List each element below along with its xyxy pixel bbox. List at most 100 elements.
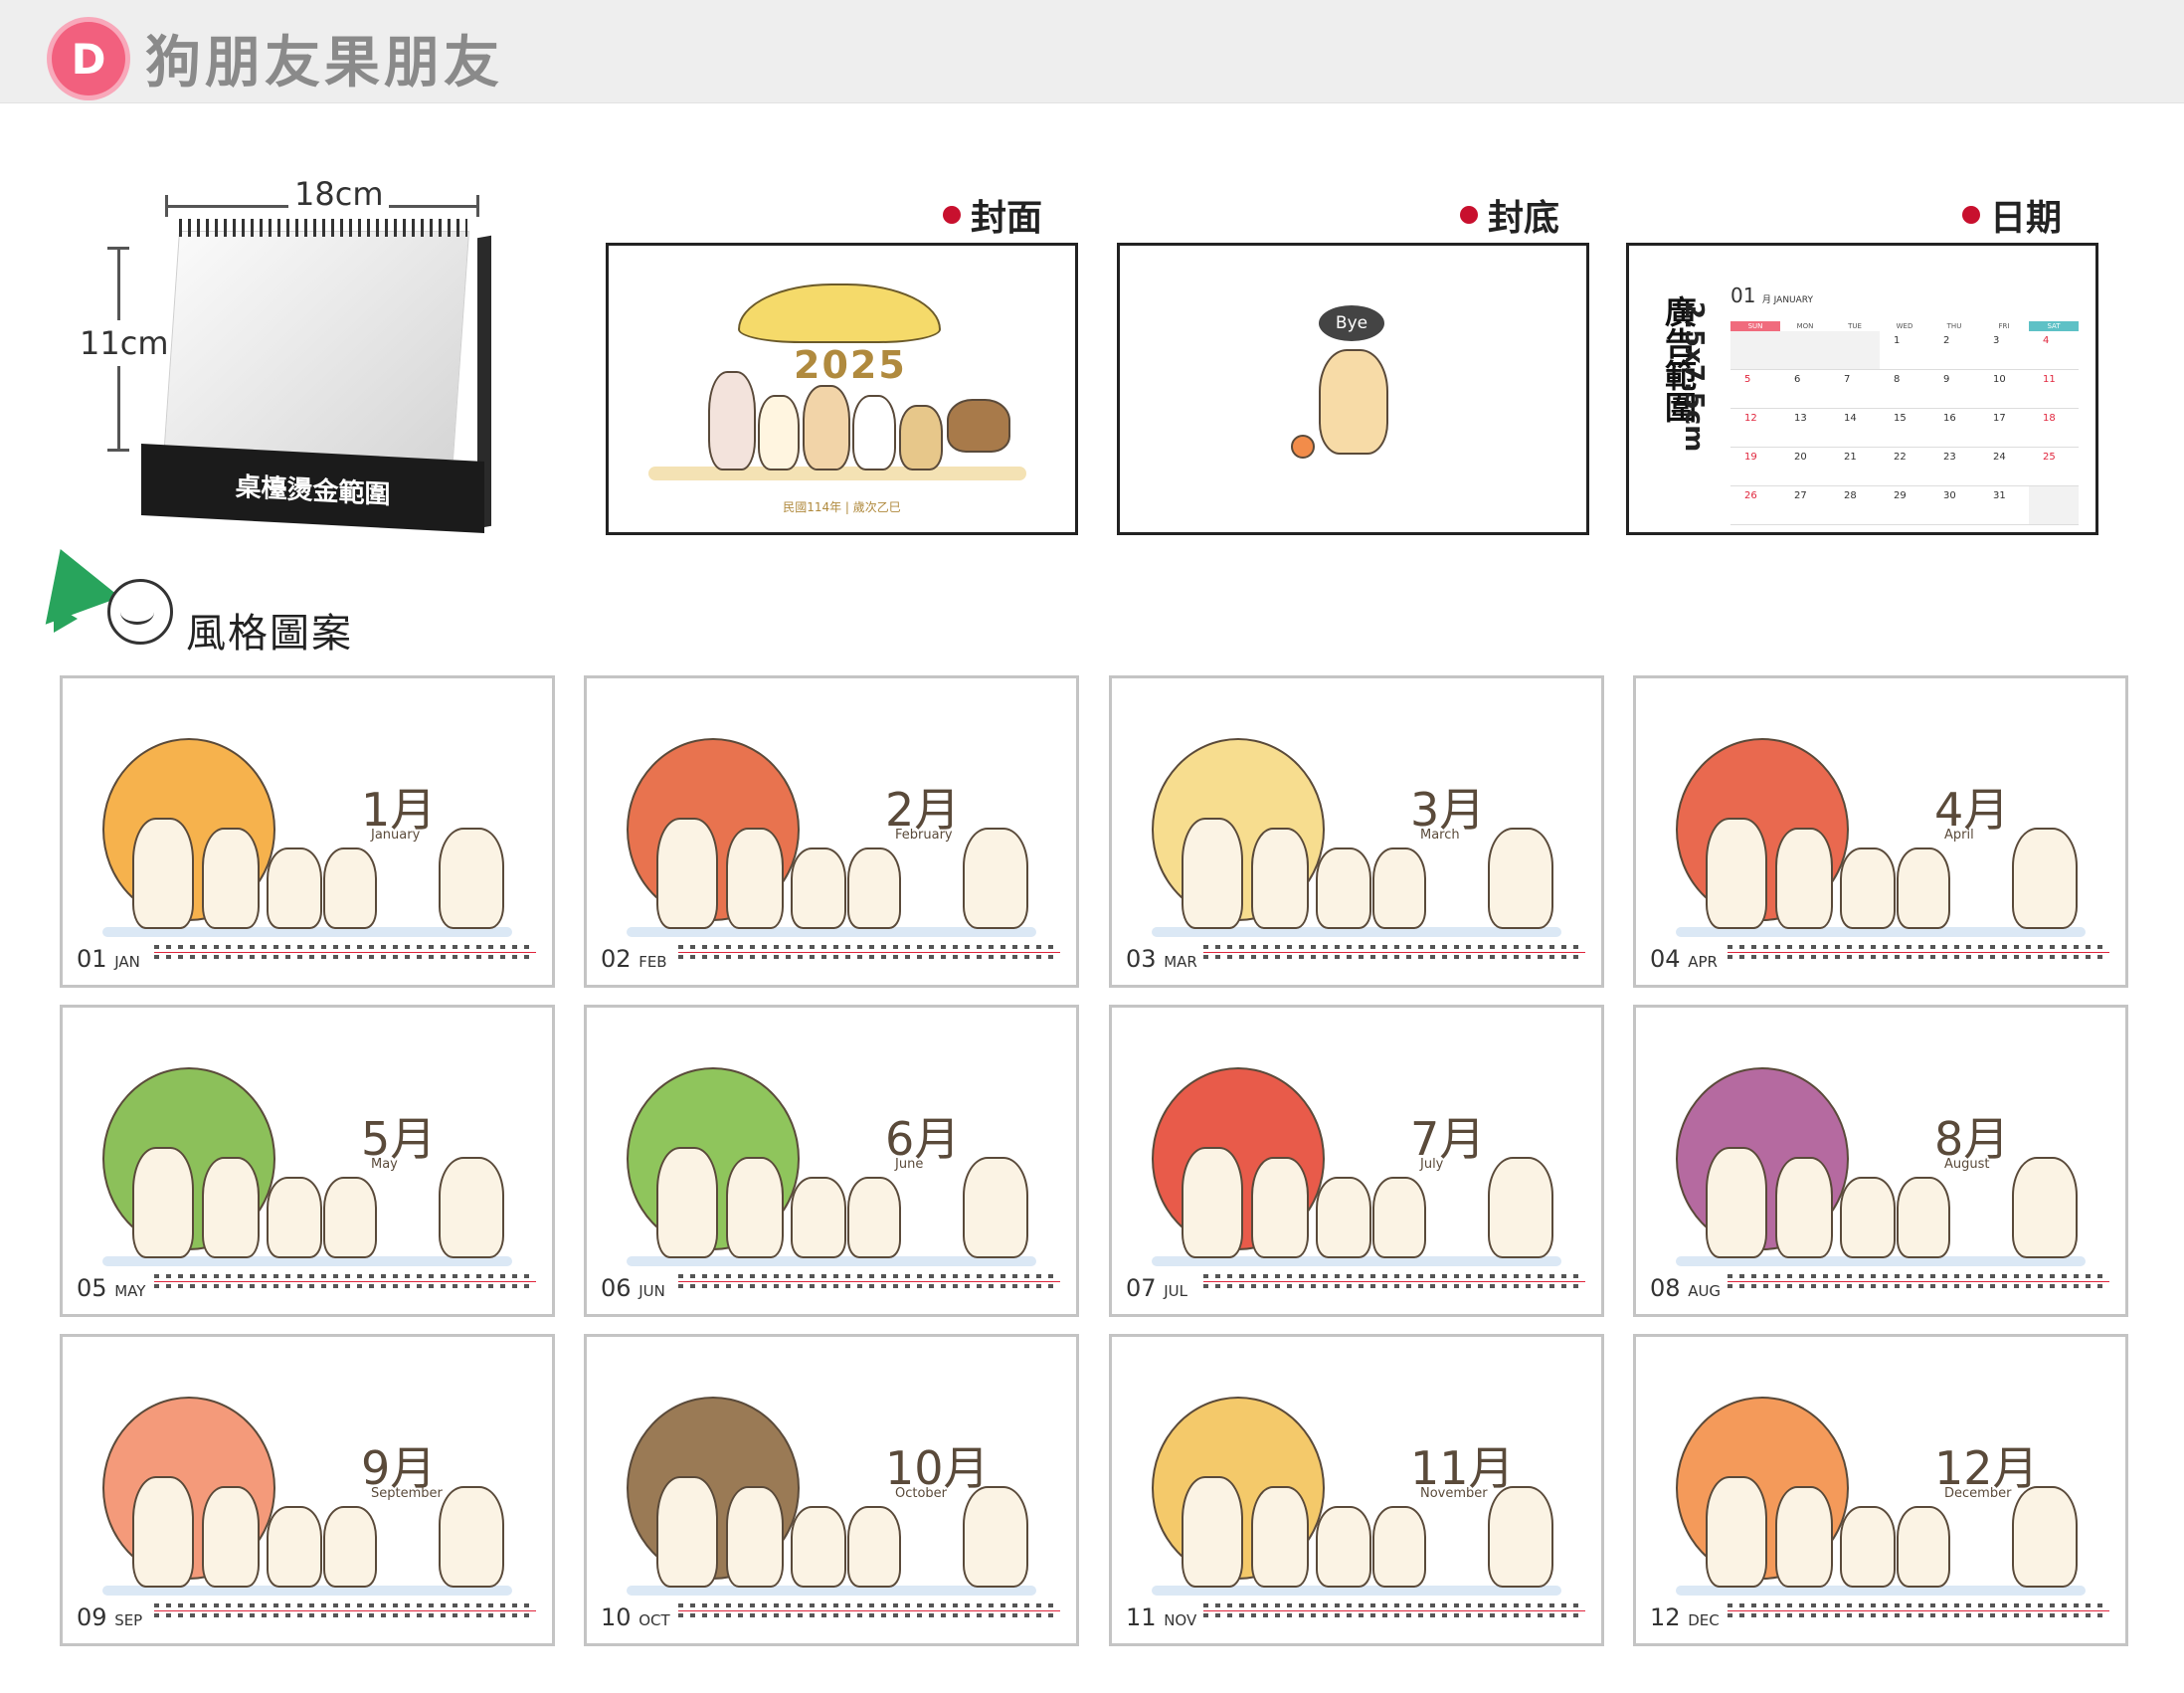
style-section-title: 風格圖案 [186, 611, 353, 657]
cover-preview: 2025 民國114年 | 歲次乙巳 [606, 243, 1078, 535]
month-number-digits: 09 [77, 1603, 107, 1631]
month-number-digits: 11 [1126, 1603, 1157, 1631]
pet-illustration [1316, 1506, 1371, 1588]
month-card: 4月 April 04 APR [1633, 675, 2128, 988]
pet-illustration [1706, 818, 1767, 929]
month-abbreviation: NOV [1164, 1611, 1197, 1629]
pet-illustration [1319, 349, 1388, 455]
month-number: 12 DEC [1650, 1603, 1720, 1631]
pet-illustration [847, 1506, 901, 1588]
date-cell: 15 [1880, 409, 1929, 448]
day-strip [1728, 1274, 2109, 1292]
pet-illustration [726, 1486, 784, 1588]
date-cell: 26 [1730, 486, 1780, 525]
date-cell: 4 [2029, 331, 2079, 370]
pet-illustration [2012, 1157, 2078, 1258]
date-cell: 11 [2029, 370, 2079, 409]
style-section-heading: 風格圖案 [12, 535, 370, 657]
pet-illustration [1775, 1157, 1833, 1258]
pet-illustration [1897, 1506, 1950, 1588]
date-cell [1830, 331, 1880, 370]
month-card: 6月 June 06 JUN [584, 1005, 1079, 1317]
weekday-header: WED [1896, 322, 1913, 330]
month-number: 05 MAY [77, 1274, 145, 1302]
pet-illustration [899, 405, 943, 470]
pet-illustration [132, 1147, 194, 1258]
pet-illustration [1840, 1177, 1896, 1258]
date-cell [1730, 331, 1780, 370]
month-english-name: February [895, 828, 953, 843]
month-card: 1月 January 01 JAN [60, 675, 555, 988]
weekday-header: THU [1946, 322, 1962, 330]
month-number: 01 JAN [77, 945, 140, 973]
pet-illustration [1488, 1157, 1553, 1258]
cover-label-text: 封面 [971, 198, 1043, 239]
month-abbreviation: AUG [1688, 1282, 1722, 1300]
month-card: 7月 July 07 JUL [1109, 1005, 1604, 1317]
back-label-text: 封底 [1488, 198, 1560, 239]
pet-illustration [439, 1486, 504, 1588]
pet-illustration [791, 847, 846, 929]
date-cell: 30 [1929, 486, 1979, 525]
date-cell: 23 [1929, 448, 1979, 486]
date-cell [1780, 331, 1830, 370]
date-cell: 17 [1979, 409, 2029, 448]
pet-illustration [963, 1157, 1028, 1258]
date-cell: 29 [1880, 486, 1929, 525]
month-card: 10月 October 10 OCT [584, 1334, 1079, 1646]
date-cell: 5 [1730, 370, 1780, 409]
month-number: 08 AUG [1650, 1274, 1721, 1302]
calendar-panel [162, 231, 470, 460]
month-number: 04 APR [1650, 945, 1718, 973]
month-abbreviation: JUL [1164, 1282, 1187, 1300]
month-abbreviation: FEB [638, 953, 667, 971]
header-bar: D 狗朋友果朋友 [0, 0, 2184, 103]
pet-illustration [847, 847, 901, 929]
pet-illustration [726, 828, 784, 929]
month-english-name: June [895, 1157, 924, 1172]
month-number-digits: 10 [601, 1603, 632, 1631]
day-strip [1203, 1603, 1585, 1621]
bullet-icon [1460, 206, 1478, 224]
pet-illustration [656, 1147, 718, 1258]
pet-illustration [1182, 818, 1243, 929]
pet-illustration [1372, 1506, 1426, 1588]
pet-illustration [1775, 828, 1833, 929]
day-strip [1203, 1274, 1585, 1292]
date-cell [2029, 486, 2079, 525]
month-number: 03 MAR [1126, 945, 1197, 973]
speech-bubble: Bye [1319, 305, 1384, 341]
pet-illustration [1488, 1486, 1553, 1588]
month-english-name: October [895, 1486, 948, 1501]
month-abbreviation: JUN [638, 1282, 665, 1300]
pet-illustration [267, 1177, 322, 1258]
pet-illustration [202, 1157, 260, 1258]
pet-illustration [1182, 1147, 1243, 1258]
month-card: 12月 December 12 DEC [1633, 1334, 2128, 1646]
pet-illustration [1775, 1486, 1833, 1588]
date-cell: 24 [1979, 448, 2029, 486]
pet-illustration [323, 847, 377, 929]
month-abbreviation: SEP [114, 1611, 143, 1629]
month-number-digits: 07 [1126, 1274, 1157, 1302]
day-strip [678, 945, 1060, 963]
pet-illustration [1251, 1486, 1309, 1588]
pet-illustration [963, 1486, 1028, 1588]
cover-label: 封面 [943, 189, 1042, 241]
pet-illustration [852, 395, 896, 470]
date-cell: 28 [1830, 486, 1880, 525]
pet-illustration [656, 818, 718, 929]
pet-illustration [1316, 1177, 1371, 1258]
pet-illustration [1316, 847, 1371, 929]
pet-illustration [267, 1506, 322, 1588]
month-card: 9月 September 09 SEP [60, 1334, 555, 1646]
month-card: 11月 November 11 NOV [1109, 1334, 1604, 1646]
month-english-name: March [1420, 828, 1460, 843]
month-english-name: July [1420, 1157, 1444, 1172]
pet-illustration [708, 371, 756, 470]
pet-illustration [1372, 847, 1426, 929]
month-number: 10 OCT [601, 1603, 670, 1631]
cover-year: 2025 [794, 343, 907, 387]
pet-illustration [202, 1486, 260, 1588]
ad-area-size: 2.5x7.5cm [1679, 301, 1709, 453]
